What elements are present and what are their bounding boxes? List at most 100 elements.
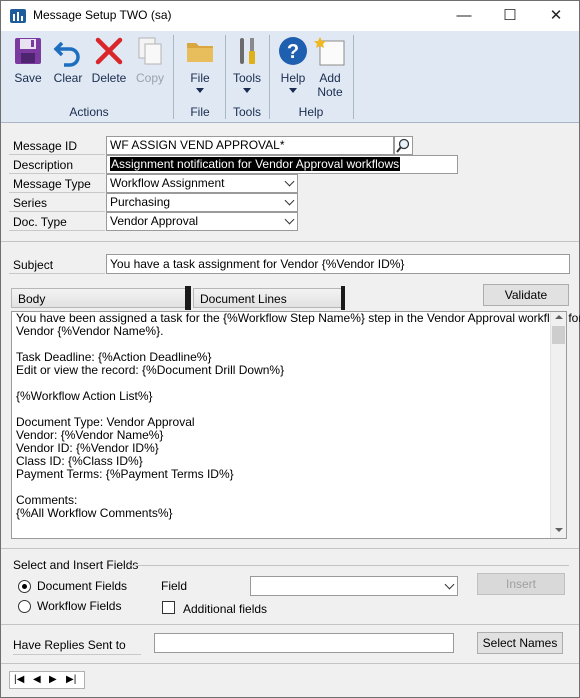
first-record-icon[interactable]: |◀ xyxy=(14,674,24,685)
help-icon: ? xyxy=(277,35,309,67)
chevron-down-icon xyxy=(289,88,297,93)
scroll-up-icon[interactable] xyxy=(555,315,563,319)
doc-type-label: Doc. Type xyxy=(9,213,105,231)
chevron-down-icon xyxy=(444,579,455,590)
field-dropdown[interactable] xyxy=(250,576,458,596)
tools-button[interactable]: Tools xyxy=(229,35,265,93)
body-line: Edit or view the record: {%Document Dril… xyxy=(16,363,285,377)
app-icon xyxy=(10,9,26,23)
chevron-down-icon xyxy=(284,214,295,225)
message-setup-window: Message Setup TWO (sa) — ☐ ✕ Save Clear … xyxy=(0,0,580,698)
subject-field[interactable]: You have a task assignment for Vendor {%… xyxy=(106,254,570,274)
divider xyxy=(1,241,579,242)
save-icon xyxy=(12,35,44,67)
copy-icon xyxy=(134,35,166,67)
title-bar: Message Setup TWO (sa) — ☐ ✕ xyxy=(1,1,579,31)
description-value: Assignment notification for Vendor Appro… xyxy=(110,157,401,171)
group-separator xyxy=(173,35,174,119)
workflow-fields-label: Workflow Fields xyxy=(37,599,122,613)
clear-button[interactable]: Clear xyxy=(51,35,85,85)
message-body-textarea[interactable]: You have been assigned a task for the {%… xyxy=(11,311,580,539)
group-label-actions: Actions xyxy=(69,105,109,119)
close-button[interactable]: ✕ xyxy=(533,1,579,31)
body-scrollbar[interactable] xyxy=(550,312,566,538)
group-label-tools: Tools xyxy=(232,105,261,119)
tab-divider xyxy=(185,286,191,310)
save-button[interactable]: Save xyxy=(9,35,47,85)
add-note-icon xyxy=(314,35,346,67)
insert-fields-title: Select and Insert Fields xyxy=(13,558,139,572)
divider xyxy=(1,663,579,664)
select-names-button[interactable]: Select Names xyxy=(477,632,563,654)
next-record-icon[interactable]: ▶ xyxy=(49,674,57,685)
chevron-down-icon xyxy=(284,176,295,187)
add-note-button[interactable]: Add Note xyxy=(313,35,347,99)
last-record-icon[interactable]: ▶| xyxy=(66,674,76,685)
tools-label: Tools xyxy=(232,71,261,85)
minimize-button[interactable]: — xyxy=(441,1,487,31)
chevron-down-icon xyxy=(243,88,251,93)
series-label: Series xyxy=(9,194,105,212)
divider xyxy=(1,624,579,625)
scroll-thumb[interactable] xyxy=(552,326,565,344)
folder-icon xyxy=(184,35,216,67)
message-type-dropdown[interactable]: Workflow Assignment xyxy=(106,174,298,193)
group-separator xyxy=(225,35,226,119)
series-value: Purchasing xyxy=(110,195,171,209)
delete-icon xyxy=(93,35,125,67)
group-separator xyxy=(269,35,270,119)
group-line xyxy=(129,565,569,566)
window-title: Message Setup TWO (sa) xyxy=(33,8,172,22)
scroll-down-icon[interactable] xyxy=(555,528,563,532)
save-label: Save xyxy=(14,71,42,85)
copy-label: Copy xyxy=(135,71,164,85)
help-label: Help xyxy=(280,71,306,85)
message-id-label: Message ID xyxy=(9,137,105,155)
body-line: {%Workflow Action List%} xyxy=(16,389,153,403)
doc-type-dropdown[interactable]: Vendor Approval xyxy=(106,212,298,231)
help-button[interactable]: ? Help xyxy=(275,35,311,93)
body-line xyxy=(16,481,548,494)
file-button[interactable]: File xyxy=(181,35,219,93)
file-label: File xyxy=(190,71,210,85)
document-fields-label: Document Fields xyxy=(37,579,128,593)
tab-document-lines[interactable]: Document Lines xyxy=(193,288,343,308)
undo-icon xyxy=(52,35,84,67)
validate-button[interactable]: Validate xyxy=(483,284,569,306)
series-dropdown[interactable]: Purchasing xyxy=(106,193,298,212)
svg-text:?: ? xyxy=(287,41,299,63)
add-note-label-line1: Add xyxy=(319,71,341,85)
chevron-down-icon xyxy=(284,195,295,206)
record-navigation: |◀ ◀ ▶ ▶| xyxy=(9,671,85,689)
have-replies-label: Have Replies Sent to xyxy=(13,638,141,655)
tab-document-lines-label: Document Lines xyxy=(200,292,287,306)
message-id-field[interactable]: WF ASSIGN VEND APPROVAL* xyxy=(106,136,394,155)
chevron-down-icon xyxy=(196,88,204,93)
ribbon-toolbar: Save Clear Delete Copy Actions File File… xyxy=(1,31,579,123)
message-type-label: Message Type xyxy=(9,175,105,193)
description-field[interactable]: Assignment notification for Vendor Appro… xyxy=(106,155,458,174)
workflow-fields-radio[interactable] xyxy=(18,600,31,613)
document-fields-radio[interactable] xyxy=(18,580,31,593)
doc-type-value: Vendor Approval xyxy=(110,214,199,228)
tab-body[interactable]: Body xyxy=(11,288,187,308)
body-line: Vendor {%Vendor Name%}. xyxy=(16,324,164,338)
group-label-file: File xyxy=(190,105,210,119)
insert-button[interactable]: Insert xyxy=(477,573,565,595)
copy-button[interactable]: Copy xyxy=(133,35,167,85)
have-replies-field[interactable] xyxy=(154,633,454,653)
lookup-button[interactable] xyxy=(394,136,413,155)
group-separator xyxy=(353,35,354,119)
tab-divider xyxy=(341,286,345,310)
additional-fields-checkbox[interactable] xyxy=(162,601,175,614)
magnifier-icon xyxy=(396,138,410,153)
field-label: Field xyxy=(161,579,188,593)
additional-fields-label: Additional fields xyxy=(183,602,268,616)
delete-button[interactable]: Delete xyxy=(89,35,129,85)
message-body-text: You have been assigned a task for the {%… xyxy=(16,312,580,520)
body-line: Payment Terms: {%Payment Terms ID%} xyxy=(16,467,234,481)
previous-record-icon[interactable]: ◀ xyxy=(33,674,41,685)
subject-label: Subject xyxy=(9,256,105,274)
divider xyxy=(1,548,579,549)
maximize-button[interactable]: ☐ xyxy=(487,1,533,31)
